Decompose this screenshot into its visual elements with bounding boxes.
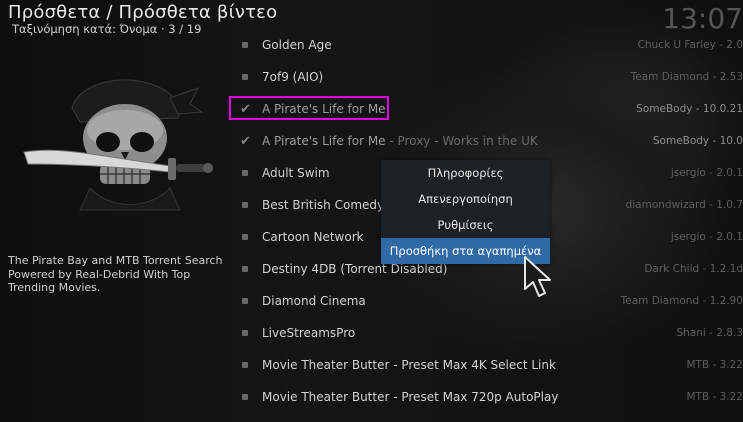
annotation-highlight-box — [229, 96, 389, 120]
list-item-author-version: Team Diamond - 1.2.90 — [620, 295, 743, 307]
list-item[interactable]: ✔ A Pirate's Life for Me - Proxy - Works… — [236, 127, 743, 155]
addon-artwork-pirate-skull — [23, 79, 213, 211]
list-item-label: Adult Swim — [262, 166, 330, 180]
list-item-author-version: Shani - 2.8.3 — [676, 327, 743, 339]
list-item-label: Movie Theater Butter - Preset Max 720p A… — [262, 390, 559, 404]
bullet-icon — [242, 362, 248, 368]
bullet-icon — [242, 298, 248, 304]
list-item-author-version: jsergio - 2.0.1 — [670, 231, 743, 243]
context-menu: Πληροφορίες Απενεργοποίηση Ρυθμίσεις Προ… — [381, 160, 550, 264]
bullet-icon — [242, 42, 248, 48]
list-item[interactable]: LiveStreamsPro Shani - 2.8.3 — [236, 319, 743, 347]
list-item-author-version: SomeBody - 10.0.21 — [636, 103, 743, 115]
menu-item-settings[interactable]: Ρυθμίσεις — [381, 212, 550, 238]
list-item-author-version: jsergio - 2.0.1 — [670, 167, 743, 179]
addon-description: The Pirate Bay and MTB Torrent Search Po… — [8, 254, 223, 294]
menu-item-info[interactable]: Πληροφορίες — [381, 160, 550, 186]
list-item-author-version: Dark Child - 1.2.1d — [644, 263, 743, 275]
list-item-author-version: Chuck U Farley - 2.0 — [637, 39, 743, 51]
list-item[interactable]: Movie Theater Butter - Preset Max 720p A… — [236, 383, 743, 411]
list-item[interactable]: Diamond Cinema Team Diamond - 1.2.90 — [236, 287, 743, 315]
list-item-label: LiveStreamsPro — [262, 326, 356, 340]
list-item-author-version: Team Diamond - 2.53 — [630, 71, 743, 83]
list-item-author-version: MTB - 3.22 — [686, 391, 743, 403]
list-item[interactable]: Movie Theater Butter - Preset Max 4K Sel… — [236, 351, 743, 379]
bullet-icon — [242, 394, 248, 400]
page-title: Πρόσθετα / Πρόσθετα βίντεο — [8, 2, 278, 23]
list-item-author-version: SomeBody - 10.0 — [652, 135, 743, 147]
list-item-label: Cartoon Network — [262, 230, 364, 244]
mouse-pointer-icon — [524, 256, 551, 297]
sort-info[interactable]: Ταξινόμηση κατά: Όνομα · 3 / 19 — [12, 22, 201, 36]
bullet-icon — [242, 266, 248, 272]
list-item-label: 7of9 (AIO) — [262, 70, 324, 84]
list-item-label: Destiny 4DB (Torrent Disabled) — [262, 262, 448, 276]
list-item-label: Best British Comedy — [262, 198, 385, 212]
menu-item-disable[interactable]: Απενεργοποίηση — [381, 186, 550, 212]
checkmark-icon: ✔ — [240, 133, 251, 149]
list-item-author-version: diamondwizard - 1.0.7 — [625, 199, 743, 211]
list-item-label-extra: - Proxy - Works in the UK — [385, 134, 538, 148]
list-item-author-version: MTB - 3.22 — [686, 359, 743, 371]
list-item-label: A Pirate's Life for Me - Proxy - Works i… — [262, 134, 538, 148]
bullet-icon — [242, 202, 248, 208]
list-item[interactable]: 7of9 (AIO) Team Diamond - 2.53 — [236, 63, 743, 91]
bullet-icon — [242, 170, 248, 176]
bullet-icon — [242, 234, 248, 240]
list-item-label: Golden Age — [262, 38, 332, 52]
bullet-icon — [242, 74, 248, 80]
list-item[interactable]: Golden Age Chuck U Farley - 2.0 — [236, 31, 743, 59]
bullet-icon — [242, 330, 248, 336]
list-item-label: Diamond Cinema — [262, 294, 366, 308]
list-item-label: Movie Theater Butter - Preset Max 4K Sel… — [262, 358, 556, 372]
